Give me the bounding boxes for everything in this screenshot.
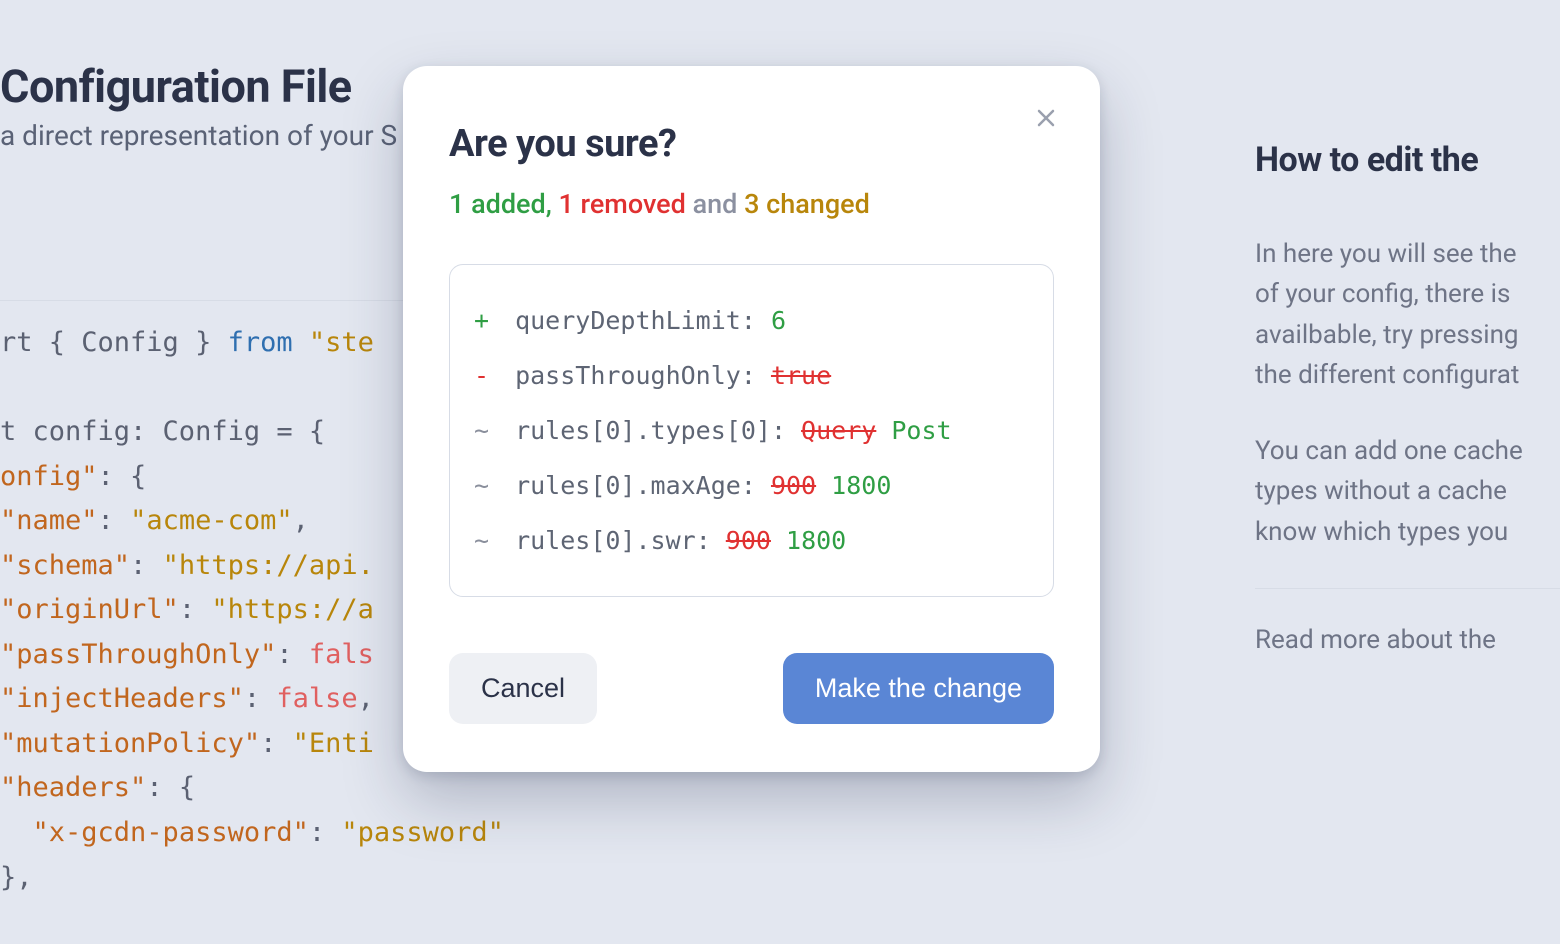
confirm-button[interactable]: Make the change xyxy=(783,653,1054,724)
close-icon xyxy=(1034,106,1058,130)
divider xyxy=(1255,588,1560,589)
help-paragraph-1: In here you will see theof your config, … xyxy=(1255,234,1560,395)
diff-line-removed: - passThroughOnly: true xyxy=(474,348,1029,403)
modal-actions: Cancel Make the change xyxy=(449,653,1054,724)
diff-line-added: + queryDepthLimit: 6 xyxy=(474,293,1029,348)
confirm-modal: Are you sure? 1 added, 1 removed and 3 c… xyxy=(403,66,1100,772)
close-button[interactable] xyxy=(1028,100,1064,136)
right-help-panel: How to edit the In here you will see the… xyxy=(1255,140,1560,655)
help-paragraph-2: You can add one cachetypes without a cac… xyxy=(1255,431,1560,552)
help-heading: How to edit the xyxy=(1255,140,1560,180)
diff-line-changed: ~ rules[0].maxAge: 900 1800 xyxy=(474,458,1029,513)
diff-line-changed: ~ rules[0].swr: 900 1800 xyxy=(474,513,1029,568)
diff-box: + queryDepthLimit: 6 - passThroughOnly: … xyxy=(449,264,1054,597)
diff-line-changed: ~ rules[0].types[0]: Query Post xyxy=(474,403,1029,458)
diff-summary: 1 added, 1 removed and 3 changed xyxy=(449,188,1054,220)
cancel-button[interactable]: Cancel xyxy=(449,653,597,724)
modal-title: Are you sure? xyxy=(449,122,1054,166)
read-more-link[interactable]: Read more about the xyxy=(1255,625,1560,655)
